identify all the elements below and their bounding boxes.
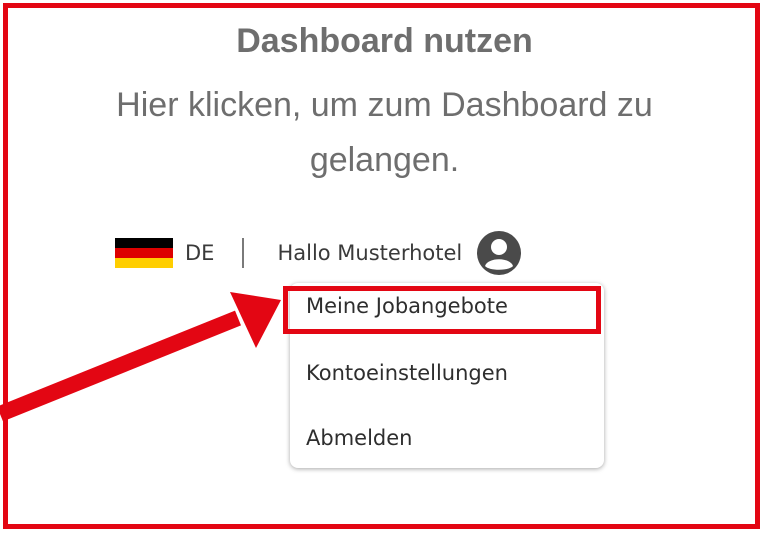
instruction-text: Hier klicken, um zum Dashboard zu gelang…	[116, 86, 653, 179]
germany-flag-icon[interactable]	[115, 238, 173, 268]
header-bar: DE Hallo Musterhotel	[115, 228, 522, 278]
highlight-box	[283, 286, 601, 334]
menu-item-abmelden[interactable]: Abmelden	[306, 426, 412, 450]
user-greeting[interactable]: Hallo Musterhotel	[277, 241, 462, 265]
user-circle-icon[interactable]	[476, 230, 522, 276]
language-selector[interactable]: DE	[185, 241, 214, 265]
instruction-title: Dashboard nutzen	[236, 22, 533, 60]
menu-item-kontoeinstellungen[interactable]: Kontoeinstellungen	[306, 361, 508, 385]
header-separator	[242, 238, 245, 268]
